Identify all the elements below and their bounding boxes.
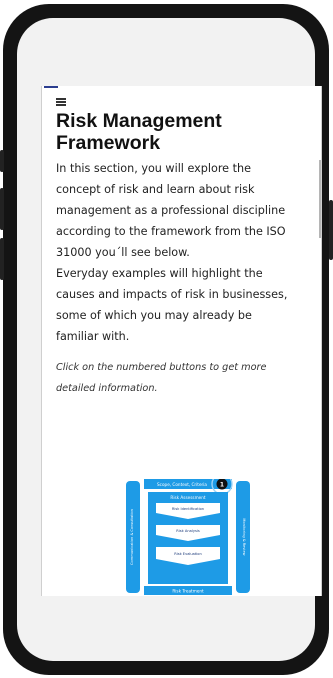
phone-power-button (329, 200, 333, 260)
numbered-button-label[interactable]: 1 (220, 481, 224, 488)
hamburger-icon[interactable] (56, 98, 66, 106)
assessment-label: Risk Assessment (170, 495, 205, 500)
intro-paragraph: In this section, you will explore the co… (56, 162, 286, 259)
step-identification-label: Risk Identification (172, 507, 204, 511)
scope-label: Scope, Context, Criteria (157, 482, 207, 487)
article: Risk Management Framework In this sectio… (56, 110, 296, 399)
phone-side-button (0, 188, 4, 230)
content-viewport[interactable]: Risk Management Framework In this sectio… (41, 86, 322, 596)
page-title: Risk Management Framework (56, 110, 222, 154)
step-analysis-label: Risk Analysis (176, 529, 200, 533)
right-side-label: Monitoring & Review (242, 518, 246, 555)
left-side-label: Communication & Consultation (130, 509, 134, 565)
instruction-text: Click on the numbered buttons to get mor… (56, 362, 267, 394)
risk-framework-diagram: Communication & Consultation Monitoring … (126, 479, 250, 595)
examples-paragraph: Everyday examples will highlight the cau… (56, 267, 288, 343)
treatment-label: Risk Treatment (172, 589, 204, 594)
phone-side-button (0, 150, 4, 172)
top-accent-bar (44, 86, 58, 88)
phone-side-button (0, 238, 4, 280)
step-evaluation-label: Risk Evaluation (174, 552, 202, 556)
scrollbar-thumb[interactable] (319, 160, 321, 238)
